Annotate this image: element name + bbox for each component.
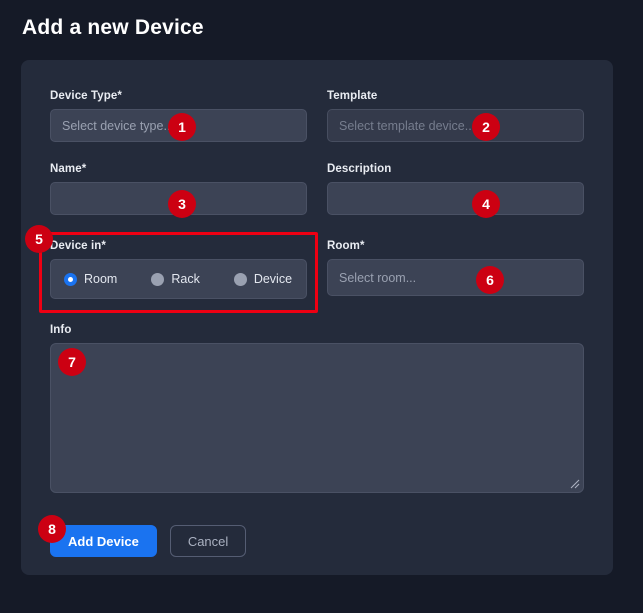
form-actions: Add Device Cancel (50, 525, 247, 557)
radio-label-rack: Rack (171, 272, 200, 286)
field-device-type: Device Type* Select device type... (50, 90, 307, 142)
page-title: Add a new Device (22, 16, 204, 39)
radio-dot-room-icon (64, 272, 77, 286)
name-label: Name* (50, 163, 87, 175)
template-label: Template (327, 90, 378, 102)
field-device-in: Device in* Room Rack Device (50, 240, 307, 299)
radio-option-room[interactable]: Room (64, 272, 117, 286)
device-in-radio-group[interactable]: Room Rack Device (50, 259, 307, 299)
cancel-button[interactable]: Cancel (169, 525, 247, 557)
field-room: Room* Select room... (327, 240, 584, 299)
form-row-device-type-template: Device Type* Select device type... Templ… (50, 90, 584, 142)
description-input[interactable] (327, 182, 584, 215)
device-type-select[interactable]: Select device type... (50, 109, 307, 142)
template-select[interactable]: Select template device... (327, 109, 584, 142)
form-row-device-in-room: Device in* Room Rack Device Room* Select… (50, 240, 584, 299)
field-name: Name* (50, 163, 307, 215)
radio-option-device[interactable]: Device (233, 272, 293, 286)
submit-button[interactable]: Add Device (50, 525, 157, 557)
info-label: Info (50, 324, 72, 336)
radio-label-device: Device (253, 272, 293, 286)
radio-label-room: Room (84, 272, 118, 286)
info-textarea-wrapper (50, 343, 584, 493)
device-in-label: Device in* (50, 240, 106, 252)
description-label: Description (327, 163, 392, 175)
radio-dot-rack-icon (151, 272, 165, 286)
radio-option-rack[interactable]: Rack (151, 272, 200, 286)
add-device-form-card: Device Type* Select device type... Templ… (21, 60, 613, 575)
field-description: Description (327, 163, 584, 215)
radio-dot-device-icon (233, 272, 247, 286)
form-row-name-description: Name* Description (50, 163, 584, 215)
device-type-label: Device Type* (50, 90, 122, 102)
info-textarea[interactable] (50, 343, 584, 493)
field-info: Info (50, 324, 584, 493)
name-input[interactable] (50, 182, 307, 215)
room-label: Room* (327, 240, 365, 252)
room-select[interactable]: Select room... (327, 259, 584, 296)
field-template: Template Select template device... (327, 90, 584, 142)
